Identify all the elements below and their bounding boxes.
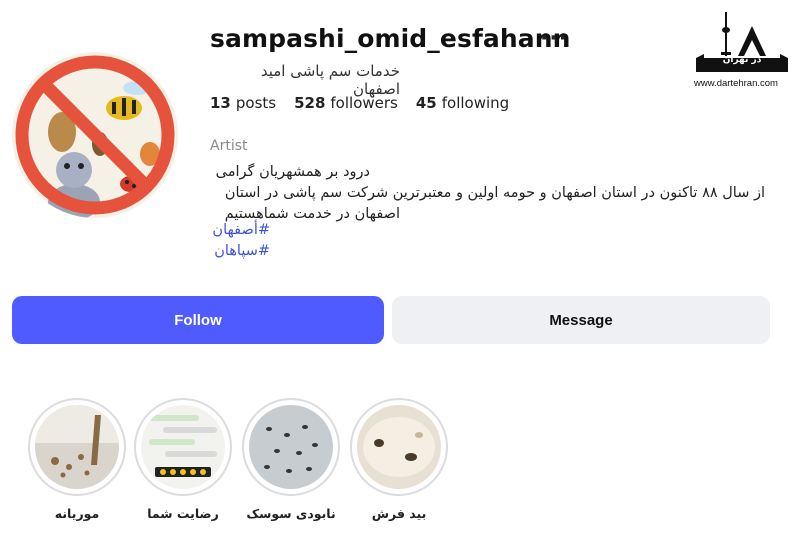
highlight-ring — [350, 398, 448, 496]
story-highlight[interactable]: رضایت شما — [134, 398, 232, 521]
highlight-label: نابودی سوسک — [246, 506, 336, 521]
bio-line-2: از سال ۸۸ تاکنون در استان اصفهان و حومه … — [224, 185, 765, 201]
highlight-thumbnail — [141, 405, 225, 489]
highlight-ring — [28, 398, 126, 496]
story-highlight[interactable]: بید فرش — [350, 398, 448, 521]
profile-username: sampashi_omid_esfahann — [210, 24, 571, 53]
dartehran-logo-text: در تهران — [722, 55, 762, 65]
highlight-thumbnail — [249, 405, 333, 489]
pest-control-avatar-image — [12, 52, 178, 218]
profile-avatar[interactable] — [12, 52, 178, 218]
story-highlight[interactable]: نابودی سوسک — [242, 398, 340, 521]
highlight-ring — [134, 398, 232, 496]
follow-button[interactable]: Follow — [12, 296, 384, 344]
highlight-label: موریانه — [54, 506, 100, 521]
hashtag-link[interactable]: #أصفهان — [210, 222, 270, 238]
followers-stat[interactable]: 528 followers — [294, 94, 398, 112]
following-stat[interactable]: 45 following — [416, 94, 509, 112]
story-highlight[interactable]: موریانه — [28, 398, 126, 521]
profile-stats: 13 posts 528 followers 45 following — [210, 94, 509, 112]
highlight-ring — [242, 398, 340, 496]
more-options-icon[interactable]: ··· — [540, 26, 568, 51]
bio-line-1: درود بر همشهریان گرامی — [215, 164, 370, 180]
profile-category: Artist — [210, 138, 248, 154]
highlight-label: بید فرش — [371, 506, 427, 521]
profile-full-name: خدمات سم پاشی امید اصفهان — [260, 62, 400, 98]
dartehran-url: www.dartehran.com — [694, 78, 778, 89]
highlight-thumbnail — [35, 405, 119, 489]
highlight-thumbnail — [357, 405, 441, 489]
highlight-label: رضایت شما — [147, 506, 219, 521]
message-button[interactable]: Message — [392, 296, 770, 344]
hashtag-link[interactable]: #سپاهان — [210, 243, 270, 259]
posts-stat[interactable]: 13 posts — [210, 94, 276, 112]
